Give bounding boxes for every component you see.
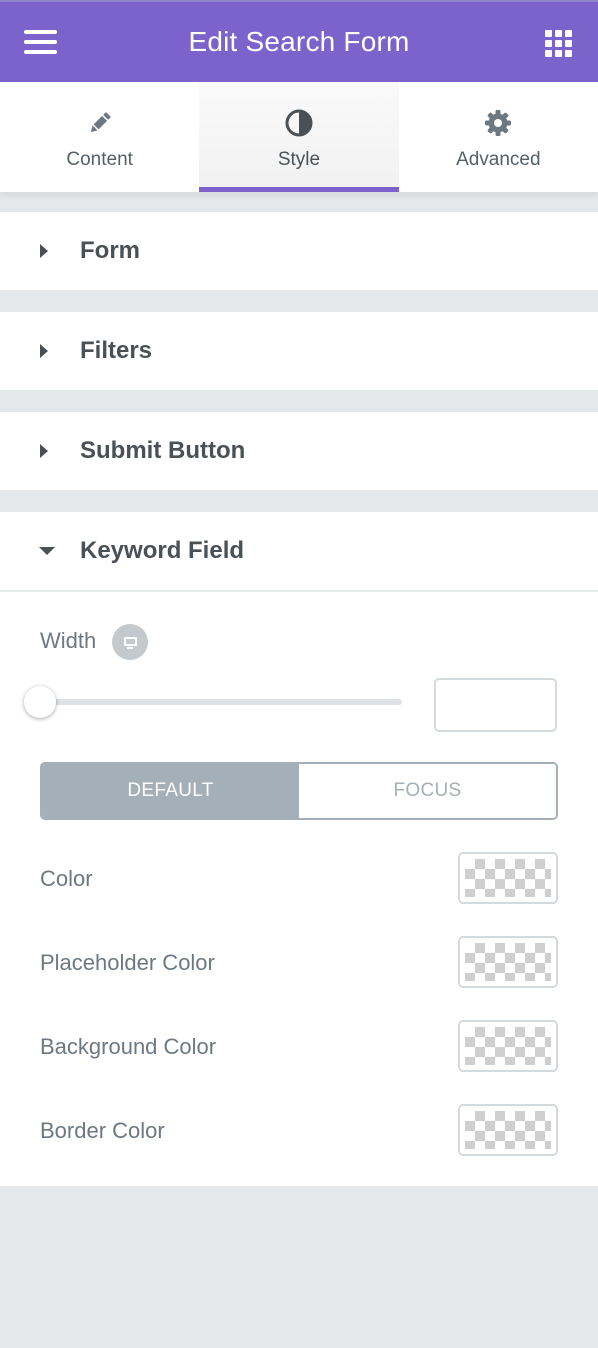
pencil-icon — [86, 109, 114, 137]
caret-right-icon — [40, 244, 48, 258]
gear-icon — [484, 109, 512, 137]
keyword-field-controls: Width DEFAULT FOCUS Color Placeholder Co… — [0, 590, 598, 1186]
width-label: Width — [40, 628, 97, 653]
half-circle-icon — [285, 109, 313, 137]
desktop-icon[interactable] — [112, 624, 148, 660]
panel-tabs: Content Style Advanced — [0, 82, 598, 192]
width-slider-handle[interactable] — [24, 686, 56, 718]
tab-content[interactable]: Content — [0, 82, 199, 192]
tab-advanced-label: Advanced — [456, 149, 541, 170]
tab-content-label: Content — [66, 149, 133, 170]
section-submit-button[interactable]: Submit Button — [0, 412, 598, 490]
placeholder-color-picker-button[interactable] — [458, 936, 558, 988]
color-label: Color — [40, 866, 93, 891]
section-filters[interactable]: Filters — [0, 312, 598, 390]
section-keyword-field[interactable]: Keyword Field — [0, 512, 598, 590]
section-title: Submit Button — [80, 437, 246, 464]
section-title: Form — [80, 237, 140, 264]
panel-title: Edit Search Form — [188, 26, 410, 57]
color-picker-button[interactable] — [458, 852, 558, 904]
transparent-swatch — [465, 1111, 551, 1149]
hamburger-icon[interactable] — [24, 30, 57, 54]
section-form[interactable]: Form — [0, 212, 598, 290]
caret-down-icon — [39, 547, 55, 555]
state-switcher: DEFAULT FOCUS — [40, 762, 558, 820]
tab-style-label: Style — [277, 149, 321, 170]
focus-state-button[interactable]: FOCUS — [299, 764, 556, 818]
placeholder-color-label: Placeholder Color — [40, 950, 215, 975]
editor-header: Edit Search Form — [0, 0, 598, 82]
transparent-swatch — [465, 943, 551, 981]
caret-right-icon — [40, 344, 48, 358]
width-slider-track[interactable] — [40, 699, 402, 705]
tab-advanced[interactable]: Advanced — [399, 82, 598, 192]
section-title: Filters — [80, 337, 153, 364]
tab-style[interactable]: Style — [199, 82, 400, 192]
width-input[interactable] — [434, 678, 557, 732]
default-state-button[interactable]: DEFAULT — [42, 764, 299, 818]
background-color-picker-button[interactable] — [458, 1020, 558, 1072]
grid-icon[interactable] — [545, 30, 572, 57]
transparent-swatch — [465, 1027, 551, 1065]
border-color-picker-button[interactable] — [458, 1104, 558, 1156]
border-color-label: Border Color — [40, 1118, 165, 1143]
transparent-swatch — [465, 859, 551, 897]
caret-right-icon — [40, 444, 48, 458]
section-title: Keyword Field — [80, 537, 245, 564]
background-color-label: Background Color — [40, 1034, 217, 1059]
